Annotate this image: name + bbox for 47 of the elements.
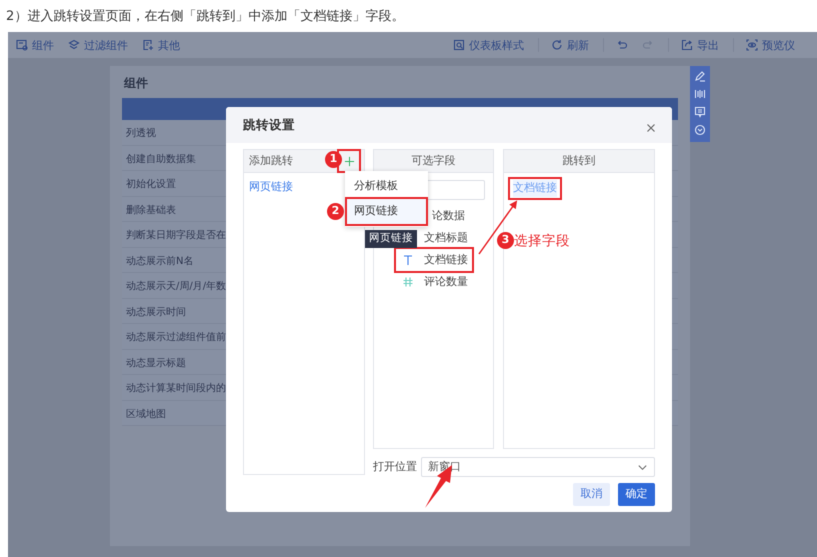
document-plus-icon xyxy=(142,39,154,51)
confirm-button[interactable]: 确定 xyxy=(618,483,655,506)
component-icon xyxy=(16,39,28,51)
edit-icon xyxy=(694,70,706,82)
toolbar-button[interactable]: 仪表板样式 xyxy=(453,39,524,51)
annotation-text: 选择字段 xyxy=(514,232,570,251)
undo-icon xyxy=(616,39,628,51)
side-tool-button[interactable] xyxy=(694,124,706,138)
close-icon xyxy=(645,122,657,134)
cancel-button[interactable]: 取消 xyxy=(573,483,610,506)
panel-title: 组件 xyxy=(122,75,149,92)
toolbar-button[interactable] xyxy=(616,39,628,51)
eye-icon xyxy=(746,39,758,51)
barcode-icon xyxy=(694,88,706,100)
dialog-title: 跳转设置 xyxy=(243,116,295,134)
add-button[interactable] xyxy=(339,151,359,171)
side-tool-button[interactable] xyxy=(694,70,706,84)
field-item[interactable]: 论数据 xyxy=(432,205,469,227)
jump-item[interactable]: 网页链接 xyxy=(244,173,298,202)
redo-icon xyxy=(642,39,654,51)
filter-icon xyxy=(68,39,80,51)
plus-icon xyxy=(344,156,354,166)
toolbar-button[interactable]: 刷新 xyxy=(551,39,589,51)
tooltip: 网页链接 xyxy=(365,230,417,248)
field-item[interactable]: 文档链接 xyxy=(396,249,472,271)
toolbar-button[interactable]: 其他 xyxy=(142,39,180,51)
menu-item[interactable]: 网页链接 xyxy=(347,199,426,224)
chevron-circle-icon xyxy=(694,124,706,136)
toolbar-button[interactable]: 导出 xyxy=(681,39,719,51)
text-type-icon xyxy=(402,254,414,266)
caption: 2）进入跳转设置页面，在右侧「跳转到」中添加「文档链接」字段。 xyxy=(5,8,406,26)
toolbar-button[interactable]: 组件 xyxy=(16,39,54,51)
toolbar-button[interactable]: 过滤组件 xyxy=(68,39,128,51)
export-icon xyxy=(681,39,693,51)
column-header: 可选字段 xyxy=(374,150,493,173)
magnifier-frame-icon xyxy=(453,39,465,51)
field-label: 打开位置 xyxy=(373,458,418,475)
toolbar-button[interactable]: 预览仪 xyxy=(746,39,795,51)
hash-icon xyxy=(402,276,414,288)
field-item[interactable]: 文档标题 xyxy=(424,227,472,249)
message-icon xyxy=(694,106,706,118)
refresh-icon xyxy=(551,39,563,51)
side-tool-button[interactable] xyxy=(694,106,706,120)
column-header: 跳转到 xyxy=(504,150,654,173)
target-field-chip[interactable]: 文档链接 xyxy=(508,177,562,200)
field-item[interactable]: 评论数量 xyxy=(396,271,472,293)
header-label: 添加跳转 xyxy=(249,152,293,169)
